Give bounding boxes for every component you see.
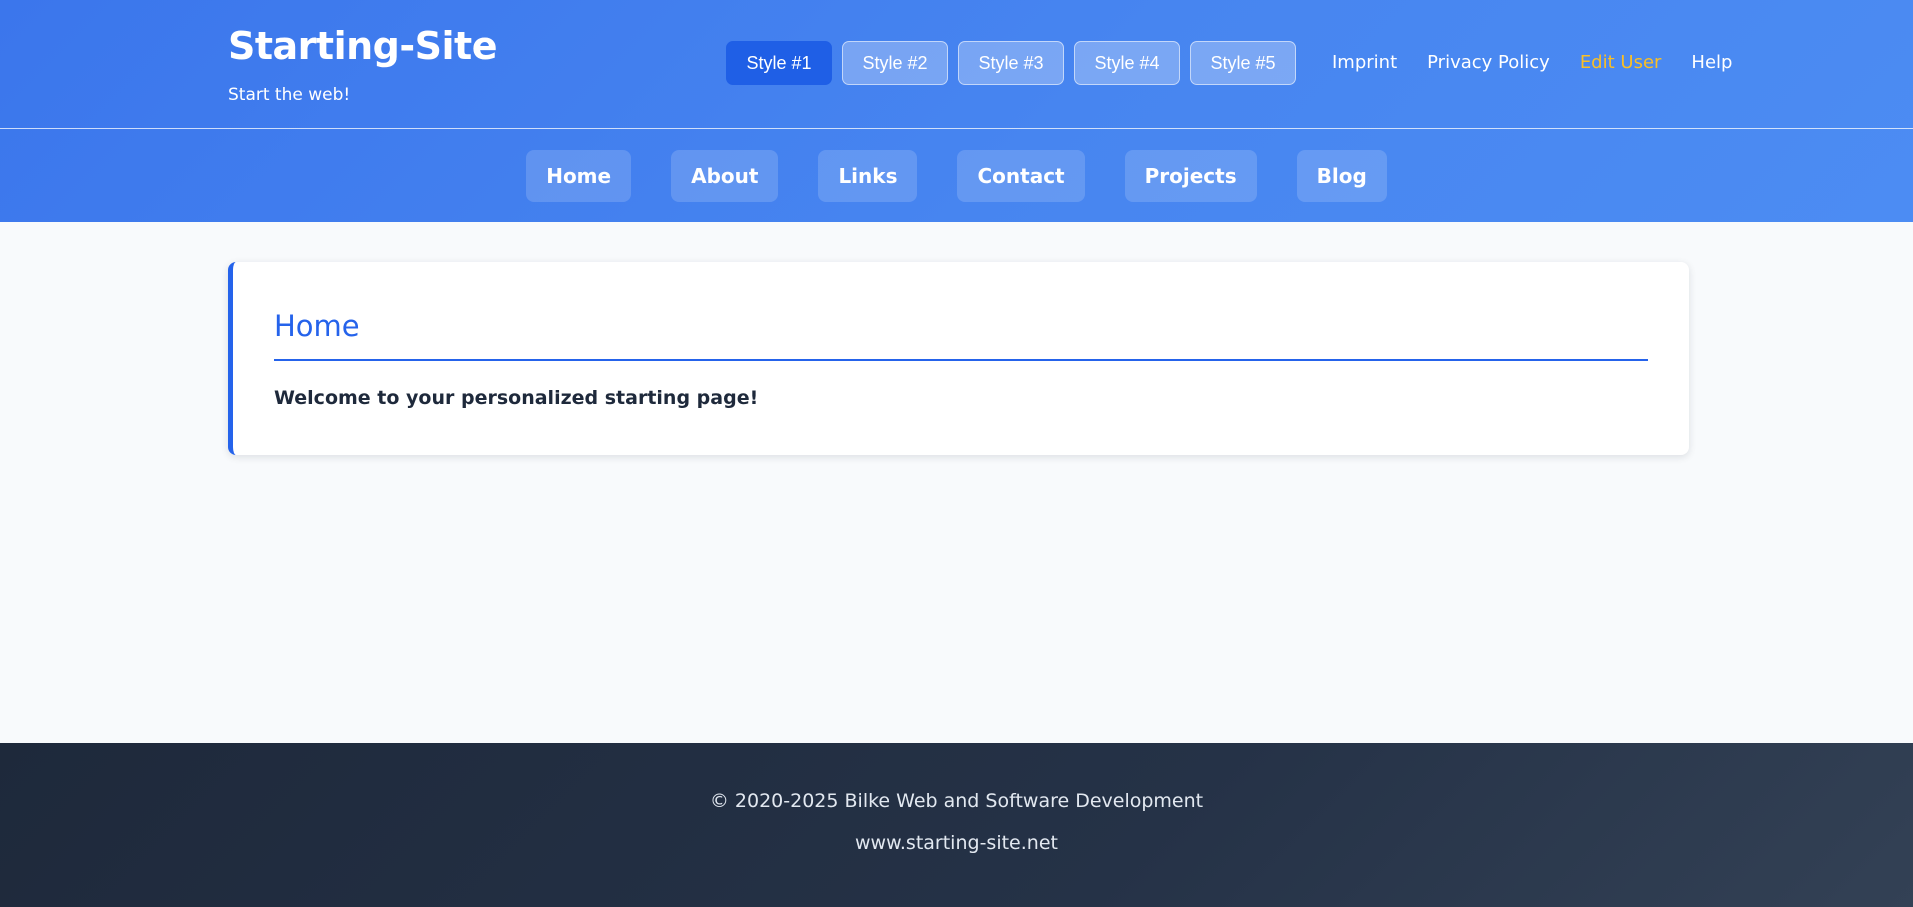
nav-item-links[interactable]: Links: [818, 150, 918, 202]
style-4-button[interactable]: Style #4: [1074, 41, 1180, 85]
nav-item-blog[interactable]: Blog: [1296, 150, 1387, 202]
help-link[interactable]: Help: [1691, 50, 1732, 76]
site-header: Starting-Site Start the web! Style #1 St…: [0, 0, 1913, 222]
main-nav: Home About Links Contact Projects Blog: [0, 150, 1913, 202]
style-switcher: Style #1 Style #2 Style #3 Style #4 Styl…: [726, 41, 1296, 85]
top-links: Imprint Privacy Policy Edit User Help: [1332, 50, 1732, 76]
style-3-button[interactable]: Style #3: [958, 41, 1064, 85]
nav-item-contact[interactable]: Contact: [957, 150, 1085, 202]
privacy-policy-link[interactable]: Privacy Policy: [1427, 50, 1550, 76]
style-5-button[interactable]: Style #5: [1190, 41, 1296, 85]
welcome-text: Welcome to your personalized starting pa…: [274, 387, 759, 409]
site-title[interactable]: Starting-Site: [228, 22, 497, 70]
nav-item-projects[interactable]: Projects: [1124, 150, 1257, 202]
header-top-bar: Starting-Site Start the web! Style #1 St…: [0, 0, 1913, 129]
title-divider: [274, 359, 1648, 361]
content-card: Home Welcome to your personalized starti…: [228, 262, 1689, 455]
footer-url[interactable]: www.starting-site.net: [0, 830, 1913, 856]
style-1-button[interactable]: Style #1: [726, 41, 832, 85]
nav-item-about[interactable]: About: [671, 150, 779, 202]
style-2-button[interactable]: Style #2: [842, 41, 948, 85]
nav-item-home[interactable]: Home: [526, 150, 632, 202]
site-footer: © 2020-2025 Bilke Web and Software Devel…: [0, 743, 1913, 907]
site-tagline: Start the web!: [228, 85, 351, 105]
footer-copyright: © 2020-2025 Bilke Web and Software Devel…: [709, 790, 1204, 812]
page-title: Home: [274, 309, 360, 343]
edit-user-link[interactable]: Edit User: [1580, 50, 1662, 76]
imprint-link[interactable]: Imprint: [1332, 50, 1397, 76]
